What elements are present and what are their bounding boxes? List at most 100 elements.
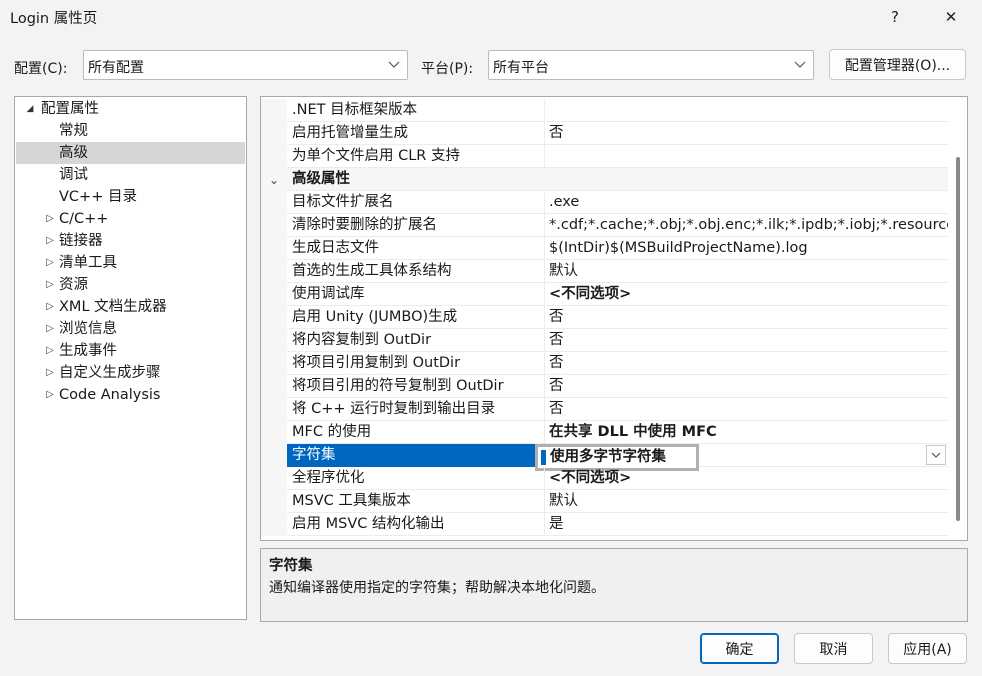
tree-item[interactable]: ▷ 自定义生成步骤 xyxy=(16,362,245,384)
collapsed-triangle-icon[interactable]: ▷ xyxy=(43,296,57,318)
property-value[interactable] xyxy=(545,99,948,122)
tree-item[interactable]: 常规 xyxy=(16,120,245,142)
row-gutter xyxy=(261,444,287,467)
property-row[interactable]: 目标文件扩展名 .exe xyxy=(261,191,948,214)
tree-item[interactable]: ▷ C/C++ xyxy=(16,208,245,230)
property-row[interactable]: 启用托管增量生成否 xyxy=(261,122,948,145)
property-row[interactable]: 全程序优化 <不同选项> xyxy=(261,467,948,490)
text-caret xyxy=(541,450,546,465)
row-gutter xyxy=(261,237,287,260)
close-button[interactable]: ✕ xyxy=(928,0,974,34)
tree-item[interactable]: ▷ 生成事件 xyxy=(16,340,245,362)
property-value[interactable]: $(IntDir)$(MSBuildProjectName).log xyxy=(545,237,948,260)
scrollbar-thumb[interactable] xyxy=(956,157,960,521)
ok-button[interactable]: 确定 xyxy=(700,633,779,664)
property-row[interactable]: 生成日志文件 $(IntDir)$(MSBuildProjectName).log xyxy=(261,237,948,260)
property-row[interactable]: 将内容复制到 OutDir 否 xyxy=(261,329,948,352)
tree-item[interactable]: ▷ 浏览信息 xyxy=(16,318,245,340)
tree-item[interactable]: ▷ Code Analysis xyxy=(16,384,245,406)
property-value[interactable] xyxy=(545,145,948,168)
property-row[interactable]: 将 C++ 运行时复制到输出目录否 xyxy=(261,398,948,421)
description-text: 通知编译器使用指定的字符集；帮助解决本地化问题。 xyxy=(269,580,605,596)
property-value[interactable]: 默认 xyxy=(545,260,948,283)
property-row[interactable]: 清除时要删除的扩展名 *.cdf;*.cache;*.obj;*.obj.enc;… xyxy=(261,214,948,237)
collapsed-triangle-icon[interactable]: ▷ xyxy=(43,384,57,406)
configuration-manager-button[interactable]: 配置管理器(O)... xyxy=(829,49,966,80)
collapsed-triangle-icon[interactable]: ▷ xyxy=(43,208,57,230)
expanded-triangle-icon[interactable]: ◢ xyxy=(23,98,37,120)
row-gutter xyxy=(261,490,287,513)
tree-item[interactable]: ▷ 资源 xyxy=(16,274,245,296)
property-row[interactable]: 将项目引用的符号复制到 OutDir 否 xyxy=(261,375,948,398)
collapsed-triangle-icon[interactable]: ▷ xyxy=(43,230,57,252)
property-grid[interactable]: .NET 目标框架版本 启用托管增量生成否为单个文件启用 CLR 支持 ⌄ 高级属性目… xyxy=(260,96,968,541)
config-combo[interactable]: 所有配置 xyxy=(83,50,408,80)
property-value[interactable]: .exe xyxy=(545,191,948,214)
property-name: 目标文件扩展名 xyxy=(287,191,545,214)
tree-item[interactable]: 高级 xyxy=(16,142,245,164)
collapsed-triangle-icon[interactable]: ▷ xyxy=(43,252,57,274)
property-value[interactable]: 是 xyxy=(545,513,948,536)
help-button[interactable]: ? xyxy=(872,0,918,34)
tree-item-label: 配置属性 xyxy=(41,101,99,117)
apply-button[interactable]: 应用(A) xyxy=(888,633,967,664)
property-name: 首选的生成工具体系结构 xyxy=(287,260,545,283)
property-row[interactable]: MFC 的使用 在共享 DLL 中使用 MFC xyxy=(261,421,948,444)
collapsed-triangle-icon[interactable]: ▷ xyxy=(43,274,57,296)
property-row[interactable]: 启用 MSVC 结构化输出是 xyxy=(261,513,948,536)
property-value[interactable]: 否 xyxy=(545,306,948,329)
property-name: 将内容复制到 OutDir xyxy=(287,329,545,352)
tree-item[interactable]: ▷ 链接器 xyxy=(16,230,245,252)
tree-item[interactable]: ▷ XML 文档生成器 xyxy=(16,296,245,318)
help-icon: ? xyxy=(891,8,899,26)
property-name: 高级属性 xyxy=(292,171,350,187)
property-name: 将项目引用复制到 OutDir xyxy=(287,352,545,375)
property-value[interactable]: 否 xyxy=(545,398,948,421)
close-icon: ✕ xyxy=(944,8,958,26)
collapsed-triangle-icon[interactable]: ▷ xyxy=(43,362,57,384)
property-value[interactable]: 否 xyxy=(545,352,948,375)
collapsed-triangle-icon[interactable]: ▷ xyxy=(43,340,57,362)
property-value[interactable]: 在共享 DLL 中使用 MFC xyxy=(545,421,948,444)
collapsed-triangle-icon[interactable]: ▷ xyxy=(43,318,57,340)
tree-item-root[interactable]: ◢ 配置属性 xyxy=(16,98,245,120)
property-tree[interactable]: ◢ 配置属性 常规 高级 调试 VC++ 目录 ▷ C/C++ ▷ 链接器 ▷ 清单工具 ▷ 资源 ▷ XML… xyxy=(14,96,247,620)
tree-item[interactable]: VC++ 目录 xyxy=(16,186,245,208)
property-category-row[interactable]: ⌄ 高级属性 xyxy=(261,168,948,191)
property-value[interactable]: 否 xyxy=(545,375,948,398)
property-value[interactable]: 否 xyxy=(545,329,948,352)
property-value[interactable]: <不同选项> xyxy=(545,467,948,490)
row-gutter xyxy=(261,283,287,306)
tree-item[interactable]: 调试 xyxy=(16,164,245,186)
tree-item-label: C/C++ xyxy=(59,211,109,227)
property-row[interactable]: .NET 目标框架版本 xyxy=(261,99,948,122)
property-value[interactable]: 否 xyxy=(545,122,948,145)
tree-item-label: 清单工具 xyxy=(59,255,117,271)
tree-item-label: VC++ 目录 xyxy=(59,189,137,205)
platform-combo[interactable]: 所有平台 xyxy=(488,50,814,80)
description-panel: 字符集 通知编译器使用指定的字符集；帮助解决本地化问题。 xyxy=(260,548,968,622)
chevron-down-icon[interactable]: ⌄ xyxy=(269,174,279,186)
property-name: MFC 的使用 xyxy=(287,421,545,444)
property-row[interactable]: 启用 Unity (JUMBO)生成否 xyxy=(261,306,948,329)
property-row[interactable]: 将项目引用复制到 OutDir 否 xyxy=(261,352,948,375)
tree-item[interactable]: ▷ 清单工具 xyxy=(16,252,245,274)
cancel-button[interactable]: 取消 xyxy=(794,633,873,664)
property-value[interactable]: <不同选项> xyxy=(545,283,948,306)
property-row[interactable]: 首选的生成工具体系结构 默认 xyxy=(261,260,948,283)
vertical-scrollbar[interactable] xyxy=(950,97,967,540)
property-value[interactable]: 默认 xyxy=(545,490,948,513)
property-row[interactable]: 为单个文件启用 CLR 支持 xyxy=(261,145,948,168)
tree-item-label: 调试 xyxy=(59,167,88,183)
platform-label: 平台(P): xyxy=(421,61,474,77)
chevron-down-icon xyxy=(388,61,400,68)
property-name: 全程序优化 xyxy=(287,467,545,490)
tree-item-label: 资源 xyxy=(59,277,88,293)
property-row[interactable]: 使用调试库 <不同选项> xyxy=(261,283,948,306)
property-row[interactable]: 字符集 使用多字节字符集 xyxy=(261,444,948,471)
property-name: 为单个文件启用 CLR 支持 xyxy=(287,145,545,168)
property-row[interactable]: MSVC 工具集版本 默认 xyxy=(261,490,948,513)
value-dropdown-button[interactable] xyxy=(926,445,946,465)
property-name: 生成日志文件 xyxy=(287,237,545,260)
property-value[interactable]: *.cdf;*.cache;*.obj;*.obj.enc;*.ilk;*.ip… xyxy=(545,214,948,237)
